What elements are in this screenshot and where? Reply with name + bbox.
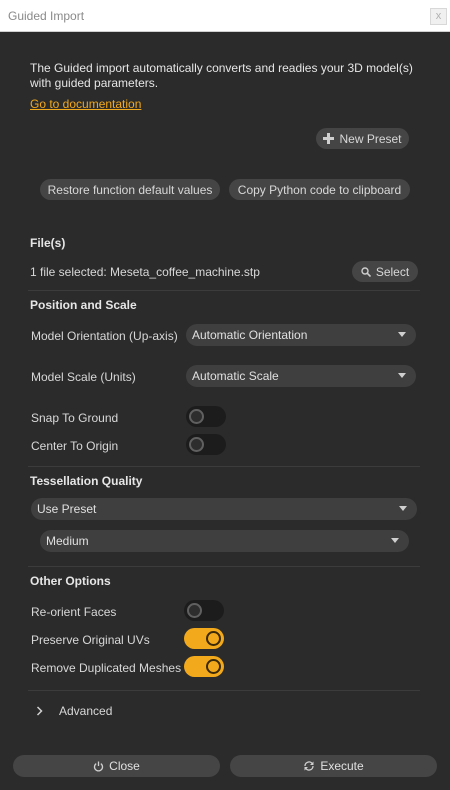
select-file-button[interactable]: Select (352, 261, 418, 282)
refresh-icon (303, 760, 315, 772)
new-preset-label: New Preset (339, 131, 402, 146)
chevron-down-icon (391, 538, 399, 543)
selected-file-text: 1 file selected: Meseta_coffee_machine.s… (30, 265, 260, 279)
reorient-faces-label: Re-orient Faces (31, 605, 117, 619)
snap-to-ground-label: Snap To Ground (31, 411, 119, 425)
chevron-down-icon (399, 506, 407, 511)
advanced-label: Advanced (59, 704, 113, 718)
window-title: Guided Import (8, 9, 85, 23)
toggle-knob (189, 437, 204, 452)
divider (28, 290, 420, 291)
toggle-knob (206, 631, 221, 646)
toggle-knob (187, 603, 202, 618)
execute-label: Execute (320, 759, 364, 773)
advanced-expander[interactable]: Advanced (36, 700, 236, 722)
model-scale-dropdown[interactable]: Automatic Scale (186, 365, 416, 387)
snap-to-ground-toggle[interactable] (186, 406, 226, 427)
preserve-uvs-toggle[interactable] (184, 628, 224, 649)
power-icon (93, 761, 104, 772)
chevron-down-icon (398, 332, 406, 337)
intro-text: The Guided import automatically converts… (30, 61, 413, 90)
reorient-faces-toggle[interactable] (184, 600, 224, 621)
tessellation-preset-value: Medium (46, 534, 89, 548)
model-scale-value: Automatic Scale (192, 369, 279, 383)
preserve-uvs-label: Preserve Original UVs (31, 633, 150, 647)
files-section-title: File(s) (30, 236, 66, 250)
tessellation-preset-dropdown[interactable]: Medium (40, 530, 409, 552)
model-scale-label: Model Scale (Units) (31, 370, 136, 384)
title-bar: Guided Import x (0, 0, 450, 32)
execute-button[interactable]: Execute (230, 755, 437, 777)
center-to-origin-label: Center To Origin (31, 439, 119, 453)
chevron-right-icon (36, 706, 43, 716)
divider (28, 566, 420, 567)
close-label: Close (109, 759, 140, 773)
remove-duplicated-meshes-toggle[interactable] (184, 656, 224, 677)
divider (28, 690, 420, 691)
chevron-down-icon (398, 373, 406, 378)
remove-duplicated-meshes-label: Remove Duplicated Meshes (31, 661, 182, 675)
select-file-label: Select (375, 264, 410, 279)
copy-python-button[interactable]: Copy Python code to clipboard (229, 179, 410, 200)
divider (28, 466, 420, 467)
tessellation-mode-dropdown[interactable]: Use Preset (31, 498, 417, 520)
model-orientation-value: Automatic Orientation (192, 328, 308, 342)
close-icon: x (435, 10, 442, 22)
center-to-origin-toggle[interactable] (186, 434, 226, 455)
restore-defaults-button[interactable]: Restore function default values (40, 179, 220, 200)
model-orientation-dropdown[interactable]: Automatic Orientation (186, 324, 416, 346)
documentation-link[interactable]: Go to documentation (30, 97, 141, 111)
position-scale-section-title: Position and Scale (30, 298, 137, 312)
tessellation-section-title: Tessellation Quality (30, 474, 143, 488)
search-icon (361, 266, 371, 277)
other-options-section-title: Other Options (30, 574, 111, 588)
model-orientation-label: Model Orientation (Up-axis) (31, 329, 178, 343)
close-button[interactable]: Close (13, 755, 220, 777)
tessellation-mode-value: Use Preset (37, 502, 97, 516)
new-preset-button[interactable]: New Preset (316, 128, 409, 149)
close-window-button[interactable]: x (430, 8, 447, 25)
toggle-knob (206, 659, 221, 674)
toggle-knob (189, 409, 204, 424)
plus-icon (323, 133, 335, 144)
